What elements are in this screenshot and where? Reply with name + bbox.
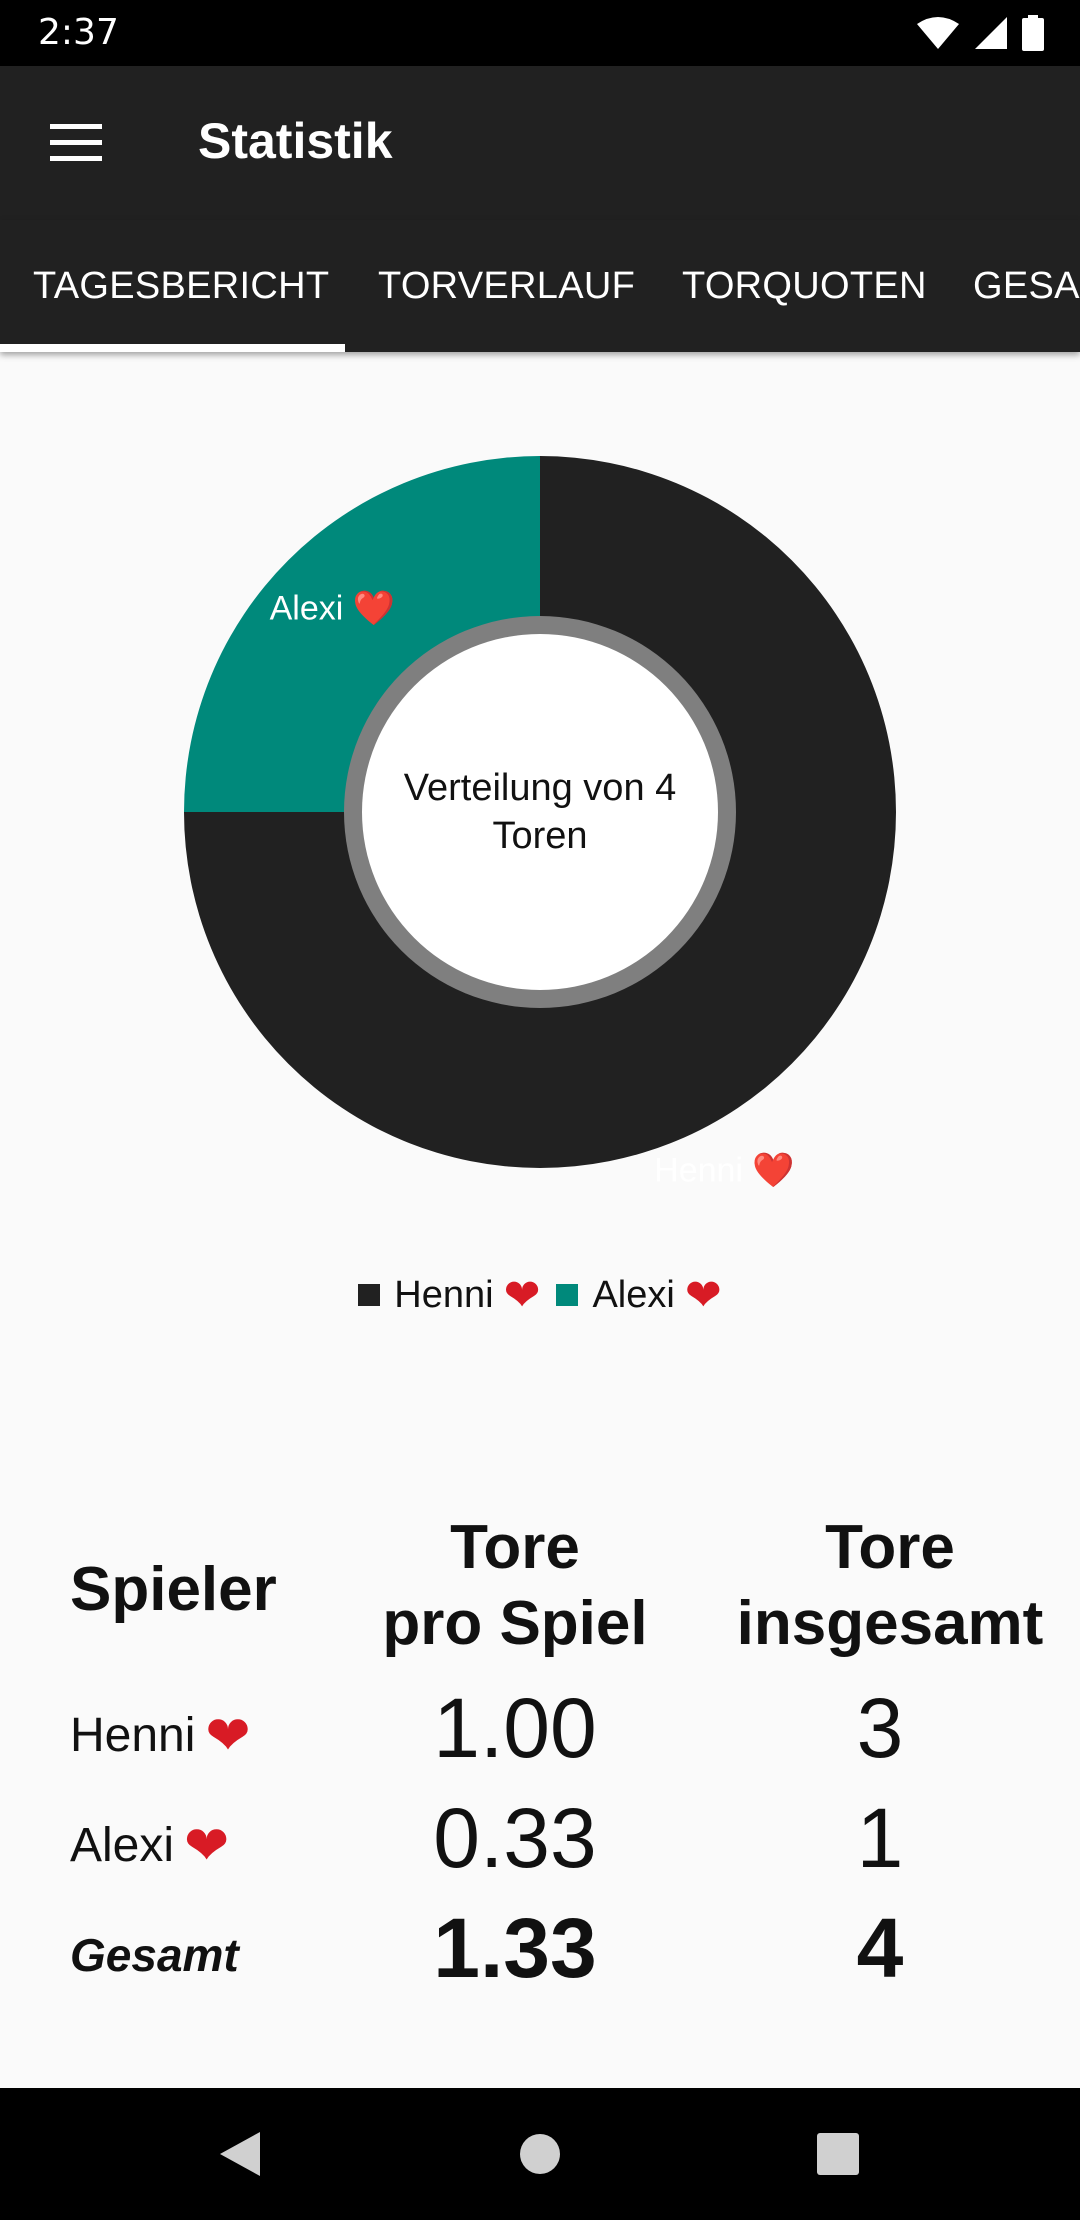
player-name: Henni bbox=[70, 1708, 196, 1762]
recents-icon[interactable] bbox=[798, 2124, 878, 2184]
tab-tagesbericht[interactable]: TAGESBERICHT bbox=[33, 220, 329, 352]
heart-icon: ❤ bbox=[205, 1705, 251, 1766]
heart-icon: ❤ bbox=[184, 1815, 230, 1876]
table-cell-per-game: 1.00 bbox=[433, 1681, 597, 1775]
table-row-player: Alexi ❤ bbox=[70, 1800, 229, 1890]
pie-slice-label-1: Alexi ❤️ bbox=[270, 589, 396, 627]
menu-icon[interactable] bbox=[40, 116, 114, 170]
legend-item-henni[interactable]: Henni ❤ bbox=[358, 1270, 540, 1321]
tab-torverlauf[interactable]: TORVERLAUF bbox=[378, 220, 635, 352]
app-bar: Statistik bbox=[0, 66, 1080, 220]
legend-label: Henni bbox=[394, 1273, 494, 1316]
table-cell-per-game: 0.33 bbox=[433, 1791, 597, 1885]
summary-label: Gesamt bbox=[70, 1929, 239, 1981]
column-header-total-line-2: insgesamt bbox=[736, 1589, 1044, 1658]
table-cell-total: 1 bbox=[856, 1791, 904, 1885]
goal-distribution-chart[interactable]: Verteilung von 4 Toren Henni ❤️ Alexi ❤️ bbox=[0, 352, 1080, 1242]
page-title: Statistik bbox=[198, 113, 393, 169]
back-icon[interactable] bbox=[202, 2124, 282, 2184]
chart-legend: Henni ❤ Alexi ❤ bbox=[0, 1265, 1080, 1325]
signal-icon bbox=[975, 17, 1007, 49]
tab-torquoten[interactable]: TORQUOTEN bbox=[682, 220, 927, 352]
battery-icon bbox=[1022, 15, 1044, 51]
tab-bar: TAGESBERICHT TORVERLAUF TORQUOTEN GESAMT bbox=[0, 220, 1080, 352]
heart-icon: ❤ bbox=[684, 1270, 722, 1320]
legend-item-alexi[interactable]: Alexi ❤ bbox=[556, 1270, 722, 1321]
column-header-per-game-line-1: Tore bbox=[450, 1513, 580, 1582]
status-icons bbox=[916, 14, 1044, 52]
column-header-per-game: Tore pro Spiel bbox=[365, 1510, 665, 1662]
heart-icon: ❤ bbox=[503, 1270, 541, 1320]
column-header-total-line-1: Tore bbox=[825, 1513, 955, 1582]
player-name: Alexi bbox=[70, 1818, 175, 1872]
column-header-player: Spieler bbox=[70, 1555, 277, 1624]
tab-gesamt[interactable]: GESAMT bbox=[973, 220, 1080, 352]
chart-center-label-line-1: Verteilung von 4 bbox=[404, 767, 677, 809]
column-header-total: Tore insgesamt bbox=[720, 1510, 1060, 1662]
legend-swatch bbox=[358, 1284, 381, 1306]
legend-swatch bbox=[556, 1284, 579, 1306]
column-header-per-game-line-2: pro Spiel bbox=[382, 1589, 648, 1658]
pie-slice-label-0: Henni ❤️ bbox=[654, 1151, 795, 1189]
legend-label: Alexi bbox=[592, 1273, 675, 1316]
wifi-icon bbox=[917, 17, 959, 49]
chart-center-label-line-2: Toren bbox=[492, 815, 587, 857]
home-icon[interactable] bbox=[500, 2124, 580, 2184]
chart-hole bbox=[362, 634, 718, 990]
tab-indicator bbox=[0, 344, 345, 352]
navigation-bar bbox=[0, 2088, 1080, 2220]
summary-per-game: 1.33 bbox=[433, 1901, 597, 1995]
summary-total: 4 bbox=[856, 1901, 904, 1995]
table-cell-total: 3 bbox=[856, 1681, 904, 1775]
status-time: 2:37 bbox=[38, 12, 119, 53]
table-row-player: Henni ❤ bbox=[70, 1690, 251, 1780]
status-bar: 2:37 bbox=[0, 0, 1080, 66]
